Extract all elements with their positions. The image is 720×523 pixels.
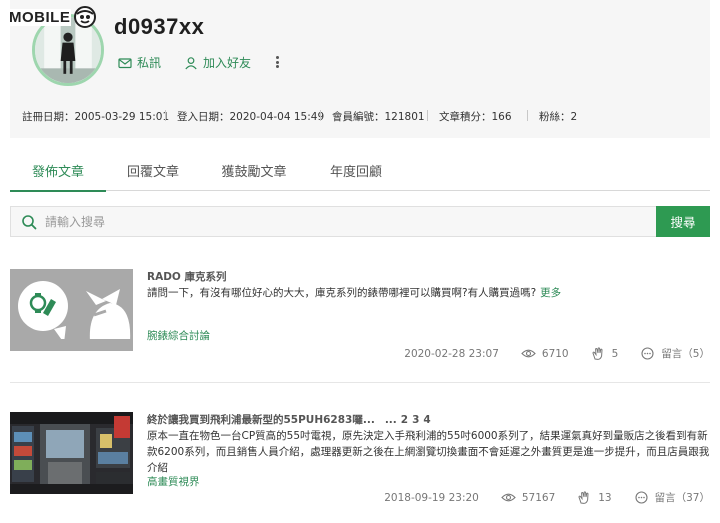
post-item: 終於讓我買到飛利浦最新型的55PUH6283囉...... 2 3 4 原本一直在物色…	[10, 412, 710, 507]
tab-replies[interactable]: 回覆文章	[110, 150, 196, 191]
username: d0937xx	[114, 14, 205, 39]
comment-bubble-icon	[641, 347, 654, 360]
stat-register-date: 註冊日期：2005-03-29 15:01	[22, 111, 170, 123]
stat-login-date: 登入日期：2020-04-04 15:49	[165, 109, 324, 124]
profile-card: d0937xx 私訊 加入好友 註冊日期：2005-03-29 15:01 登入…	[10, 0, 710, 138]
search-icon	[22, 214, 37, 229]
profile-page: MOBILE d0937xx 私訊 加入好友 註冊日期：2005-03-29 1…	[0, 0, 720, 523]
add-friend-label: 加入好友	[203, 56, 252, 70]
search-button[interactable]: 搜尋	[656, 206, 710, 237]
page-link-3[interactable]: 3	[412, 414, 419, 426]
eye-icon	[521, 349, 536, 358]
logo-emblem-icon	[74, 6, 97, 28]
post-title: 終於讓我買到飛利浦最新型的55PUH6283囉...... 2 3 4	[147, 412, 431, 427]
page-link-2[interactable]: 2	[401, 414, 408, 426]
page-link-ellipsis[interactable]: ...	[385, 414, 397, 426]
envelope-icon	[118, 57, 132, 68]
profile-tabs: 發佈文章 回覆文章 獲鼓勵文章 年度回顧	[10, 150, 710, 192]
post-thumbnail[interactable]	[10, 269, 133, 351]
site-logo[interactable]: MOBILE	[8, 6, 98, 28]
stat-article-points: 文章積分：166	[427, 109, 512, 124]
private-message-label: 私訊	[137, 56, 162, 70]
tv-store-thumbnail	[10, 412, 133, 494]
search-input[interactable]	[37, 207, 656, 236]
stat-member-id: 會員編號：121801	[320, 109, 425, 124]
post-item: RADO 庫克系列 請問一下，有沒有哪位好心的大大，庫克系列的錶帶哪裡可以購買啊…	[10, 269, 710, 364]
article-search-bar: 搜尋	[10, 206, 710, 237]
tab-published-articles[interactable]: 發佈文章	[10, 150, 106, 192]
post-thumbnail[interactable]	[10, 412, 133, 494]
post-category[interactable]: 腕錶綜合討論	[147, 328, 210, 343]
private-message-button[interactable]: 私訊	[118, 54, 161, 71]
post-meta: 2018-09-19 23:20 57167 13 留言（37）	[384, 490, 710, 505]
logo-text: MOBILE	[8, 8, 72, 26]
reply-count[interactable]: 留言（37）	[634, 490, 710, 505]
comment-bubble-icon	[635, 491, 648, 504]
clap-hand-icon	[592, 347, 603, 360]
like-count[interactable]: 5	[591, 347, 618, 360]
tab-year-review[interactable]: 年度回顧	[316, 150, 396, 191]
post-divider	[10, 382, 710, 383]
post-category[interactable]: 高畫質視界	[147, 474, 200, 489]
view-count: 57167	[501, 491, 555, 504]
post-page-links: ... 2 3 4	[381, 414, 431, 426]
post-title[interactable]: RADO 庫克系列	[147, 269, 227, 284]
eye-icon	[501, 493, 516, 502]
add-friend-button[interactable]: 加入好友	[184, 54, 251, 71]
reply-count[interactable]: 留言（5）	[640, 346, 710, 361]
more-options-icon[interactable]	[272, 54, 282, 70]
user-icon	[185, 56, 197, 69]
post-meta: 2020-02-28 23:07 6710 5 留言（5）	[404, 346, 710, 361]
clap-hand-icon	[578, 491, 589, 504]
like-count[interactable]: 13	[577, 491, 612, 504]
post-excerpt: 原本一直在物色一台CP質高的55吋電視，原先決定入手飛利浦的55吋6000系列了…	[147, 430, 710, 474]
tab-encouraged-articles[interactable]: 獲鼓勵文章	[208, 150, 300, 191]
post-date: 2020-02-28 23:07	[404, 347, 499, 360]
post-title-text[interactable]: 終於讓我買到飛利浦最新型的55PUH6283囉...	[147, 414, 375, 426]
more-link[interactable]: 更多	[540, 287, 561, 299]
stat-fans: 粉絲：2	[527, 109, 577, 124]
view-count: 6710	[521, 347, 569, 360]
watch-forum-thumbnail	[10, 269, 133, 351]
page-link-4[interactable]: 4	[423, 414, 430, 426]
post-date: 2018-09-19 23:20	[384, 491, 479, 504]
post-excerpt: 請問一下，有沒有哪位好心的大大，庫克系列的錶帶哪裡可以購買啊?有人購買過嗎? 更多	[147, 287, 562, 299]
